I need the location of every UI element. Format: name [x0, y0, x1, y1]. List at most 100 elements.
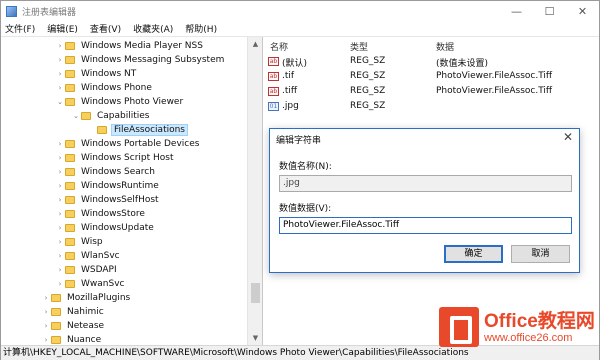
tree-item-label: Capabilities: [97, 111, 150, 121]
tree-item-label: Windows Search: [81, 167, 155, 177]
chevron-right-icon[interactable]: ›: [55, 280, 65, 288]
list-item[interactable]: ab .tif REG_SZ PhotoViewer.FileAssoc.Tiff: [264, 70, 600, 84]
tree-item[interactable]: › WindowsStore: [55, 207, 147, 221]
tree-item[interactable]: › Windows NT: [55, 67, 138, 81]
ok-button[interactable]: 确定: [444, 245, 503, 263]
tree-item[interactable]: › Netease: [41, 319, 106, 333]
chevron-right-icon[interactable]: ›: [55, 70, 65, 78]
dialog-close-icon[interactable]: ✕: [563, 130, 573, 144]
minimize-button[interactable]: —: [500, 1, 533, 21]
tree-item[interactable]: › WlanSvc: [55, 249, 122, 263]
tree-item[interactable]: › Windows Portable Devices: [55, 137, 201, 151]
tree-item[interactable]: ⌄ Windows Photo Viewer: [55, 95, 185, 109]
chevron-right-icon[interactable]: ›: [41, 322, 51, 330]
menu-file[interactable]: 文件(F): [1, 22, 41, 35]
maximize-button[interactable]: ☐: [533, 1, 566, 21]
menu-favorites[interactable]: 收藏夹(A): [127, 22, 179, 35]
chevron-right-icon[interactable]: ›: [55, 210, 65, 218]
string-value-icon: ab: [268, 87, 279, 96]
watermark-url: www.office26.com: [484, 331, 573, 344]
tree-item[interactable]: › Windows Search: [55, 165, 157, 179]
menu-help[interactable]: 帮助(H): [179, 22, 223, 35]
close-button[interactable]: ✕: [566, 1, 599, 21]
tree-item[interactable]: › MozillaPlugins: [41, 291, 132, 305]
tree-item[interactable]: › Nahimic: [41, 305, 106, 319]
tree-item[interactable]: › Windows Script Host: [55, 151, 176, 165]
chevron-right-icon[interactable]: ›: [55, 224, 65, 232]
tree-item[interactable]: › WSDAPI: [55, 263, 119, 277]
chevron-right-icon[interactable]: ›: [55, 168, 65, 176]
menu-view[interactable]: 查看(V): [84, 22, 127, 35]
folder-icon: [51, 336, 61, 344]
folder-icon: [51, 308, 61, 316]
tree-item[interactable]: › Wisp: [55, 235, 105, 249]
tree-item-label: Windows Messaging Subsystem: [81, 55, 225, 65]
value-name: .tiff: [282, 86, 298, 96]
folder-icon: [65, 210, 75, 218]
tree-item-label: Windows Phone: [81, 83, 152, 93]
folder-icon: [65, 196, 75, 204]
chevron-right-icon[interactable]: ›: [55, 56, 65, 64]
column-type[interactable]: 类型: [350, 40, 368, 53]
registry-tree[interactable]: › Windows Media Player NSS › Windows Messag…: [1, 37, 263, 345]
chevron-right-icon[interactable]: ›: [41, 336, 51, 344]
menu-edit[interactable]: 编辑(E): [41, 22, 84, 35]
chevron-right-icon[interactable]: ›: [41, 308, 51, 316]
list-header: 名称 类型 数据: [264, 37, 600, 53]
tree-item-label: MozillaPlugins: [67, 293, 131, 303]
tree-item-label: FileAssociations: [111, 124, 188, 136]
folder-icon: [65, 154, 75, 162]
scroll-down-icon[interactable]: ▼: [248, 331, 263, 345]
tree-item-label: Windows NT: [81, 69, 137, 79]
chevron-right-icon[interactable]: ›: [55, 154, 65, 162]
tree-item[interactable]: › WwanSvc: [55, 277, 126, 291]
tree-scrollbar[interactable]: ▲ ▼: [247, 37, 262, 345]
chevron-right-icon[interactable]: ›: [55, 238, 65, 246]
chevron-right-icon[interactable]: ›: [55, 266, 65, 274]
registry-app-icon: [6, 5, 17, 17]
tree-item-label: Windows Media Player NSS: [81, 41, 203, 51]
column-name[interactable]: 名称: [270, 40, 288, 53]
chevron-right-icon[interactable]: ›: [55, 140, 65, 148]
tree-item[interactable]: › WindowsSelfHost: [55, 193, 161, 207]
list-item[interactable]: ab (默认) REG_SZ (数值未设置): [264, 55, 600, 69]
folder-icon: [65, 140, 75, 148]
menu-bar: 文件(F) 编辑(E) 查看(V) 收藏夹(A) 帮助(H): [1, 21, 599, 37]
folder-icon: [81, 112, 91, 120]
binary-value-icon: 01: [268, 102, 279, 111]
chevron-right-icon[interactable]: ›: [41, 294, 51, 302]
tree-item[interactable]: › WindowsUpdate: [55, 221, 156, 235]
tree-item[interactable]: › Windows Media Player NSS: [55, 39, 205, 53]
tree-item-label: WindowsStore: [81, 209, 145, 219]
chevron-down-icon[interactable]: ⌄: [55, 98, 65, 106]
tree-item-label: WindowsUpdate: [81, 223, 154, 233]
tree-item[interactable]: › Windows Messaging Subsystem: [55, 53, 226, 67]
folder-icon: [65, 168, 75, 176]
value-type: REG_SZ: [350, 101, 386, 111]
chevron-right-icon[interactable]: ›: [55, 84, 65, 92]
tree-item[interactable]: › WindowsRuntime: [55, 179, 161, 193]
folder-icon: [65, 182, 75, 190]
column-data[interactable]: 数据: [436, 40, 454, 53]
list-item[interactable]: ab .tiff REG_SZ PhotoViewer.FileAssoc.Tiff: [264, 85, 600, 99]
list-item[interactable]: 01 .jpg REG_SZ: [264, 100, 600, 114]
tree-item-label: Netease: [67, 321, 105, 331]
chevron-right-icon[interactable]: ›: [55, 42, 65, 50]
value-name-field: .jpg: [279, 175, 572, 192]
tree-item-label: Nahimic: [67, 307, 104, 317]
chevron-right-icon[interactable]: ›: [55, 252, 65, 260]
tree-item[interactable]: FileAssociations: [87, 123, 188, 137]
value-name-label: 数值名称(N):: [279, 162, 332, 172]
tree-item[interactable]: › Windows Phone: [55, 81, 154, 95]
chevron-down-icon[interactable]: ⌄: [71, 112, 81, 120]
tree-item[interactable]: › Nuance: [41, 333, 103, 345]
scroll-up-icon[interactable]: ▲: [248, 37, 263, 51]
chevron-right-icon[interactable]: ›: [55, 182, 65, 190]
chevron-right-icon[interactable]: ›: [55, 196, 65, 204]
tree-item-label: Nuance: [67, 335, 102, 345]
tree-item[interactable]: ⌄ Capabilities: [71, 109, 152, 123]
scroll-thumb[interactable]: [251, 283, 260, 303]
value-data-input[interactable]: PhotoViewer.FileAssoc.Tiff: [279, 217, 572, 234]
cancel-button[interactable]: 取消: [511, 245, 570, 263]
title-bar: 注册表编辑器 — ☐ ✕: [1, 1, 599, 21]
